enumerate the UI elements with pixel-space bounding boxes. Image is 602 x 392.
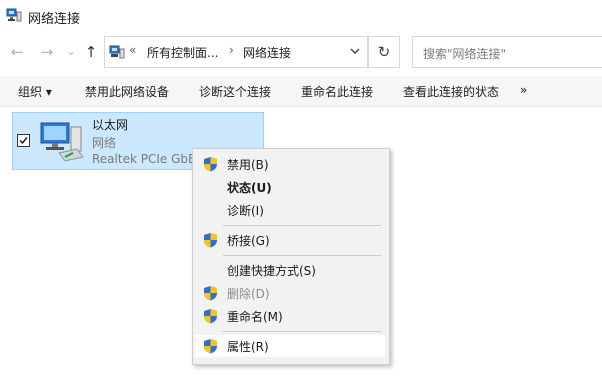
command-bar: 组织 ▾ 禁用此网络设备 诊断这个连接 重命名此连接 查看此连接的状态 » [0, 76, 602, 107]
breadcrumb-network-connections[interactable]: 网络连接 [243, 44, 291, 61]
menu-item-properties[interactable]: 属性(R) [195, 335, 385, 357]
arrow-left-icon[interactable]: ← [8, 42, 26, 62]
menu-item-label: 诊断(I) [227, 204, 264, 218]
rename-connection-button[interactable]: 重命名此连接 [301, 83, 373, 100]
address-bar[interactable]: « 所有控制面... › 网络连接 [104, 36, 368, 68]
arrow-right-icon[interactable]: → [38, 42, 56, 62]
arrow-up-icon[interactable]: ↑ [82, 42, 100, 62]
menu-separator [223, 225, 381, 226]
search-placeholder: 搜索"网络连接" [423, 47, 507, 61]
diagnose-connection-button[interactable]: 诊断这个连接 [199, 83, 271, 100]
menu-item-status[interactable]: 状态(U) [195, 176, 385, 198]
checkmark-icon [19, 137, 28, 145]
adapter-network-type: 网络 [92, 136, 117, 150]
disable-device-button[interactable]: 禁用此网络设备 [85, 83, 169, 100]
item-checkbox[interactable] [17, 134, 30, 147]
menu-item-label: 重命名(M) [227, 310, 283, 324]
uac-shield-icon [204, 233, 217, 248]
menu-item-label: 状态(U) [227, 181, 272, 195]
uac-shield-icon [204, 157, 217, 172]
menu-item-diagnose[interactable]: 诊断(I) [195, 199, 385, 221]
menu-item-bridge[interactable]: 桥接(G) [195, 229, 385, 251]
uac-shield-icon [204, 286, 217, 301]
menu-item-label: 桥接(G) [227, 234, 270, 248]
menu-item-rename[interactable]: 重命名(M) [195, 305, 385, 327]
breadcrumb-separator-icon[interactable]: › [229, 43, 234, 57]
uac-shield-icon [204, 309, 217, 324]
search-input[interactable]: 搜索"网络连接" [412, 36, 602, 68]
organize-button[interactable]: 组织 ▾ [18, 83, 52, 100]
menu-item-delete[interactable]: 删除(D) [195, 282, 385, 304]
navigation-bar: ← → ⌄ ↑ « 所有控制面... › 网络连接 ↻ 搜索"网络连接" [0, 32, 602, 72]
menu-item-label: 属性(R) [227, 340, 269, 354]
menu-separator [223, 255, 381, 256]
breadcrumb-control-panel[interactable]: 所有控制面... [147, 44, 218, 61]
chevron-down-icon[interactable]: ⌄ [62, 42, 80, 62]
uac-shield-icon [204, 339, 217, 354]
menu-item-label: 禁用(B) [227, 158, 269, 172]
more-commands-button[interactable]: » [520, 83, 527, 97]
network-connections-icon [6, 8, 22, 22]
control-panel-icon [109, 45, 125, 59]
menu-item-disable[interactable]: 禁用(B) [195, 153, 385, 175]
menu-separator [223, 331, 381, 332]
network-adapter-icon [40, 122, 84, 162]
refresh-button[interactable]: ↻ [368, 36, 400, 68]
chevron-down-icon[interactable] [349, 45, 361, 57]
window-title: 网络连接 [28, 12, 81, 27]
overflow-crumb-icon[interactable]: « [129, 43, 136, 57]
adapter-name: 以太网 [92, 118, 129, 132]
menu-item-label: 创建快捷方式(S) [227, 264, 316, 278]
menu-item-label: 删除(D) [227, 287, 270, 301]
title-bar: 网络连接 [0, 0, 602, 32]
menu-item-create-shortcut[interactable]: 创建快捷方式(S) [195, 259, 385, 281]
view-status-button[interactable]: 查看此连接的状态 [403, 83, 499, 100]
context-menu: 禁用(B) 状态(U) 诊断(I) 桥接(G) 创建快捷方式(S) 删除(D) … [192, 148, 390, 365]
